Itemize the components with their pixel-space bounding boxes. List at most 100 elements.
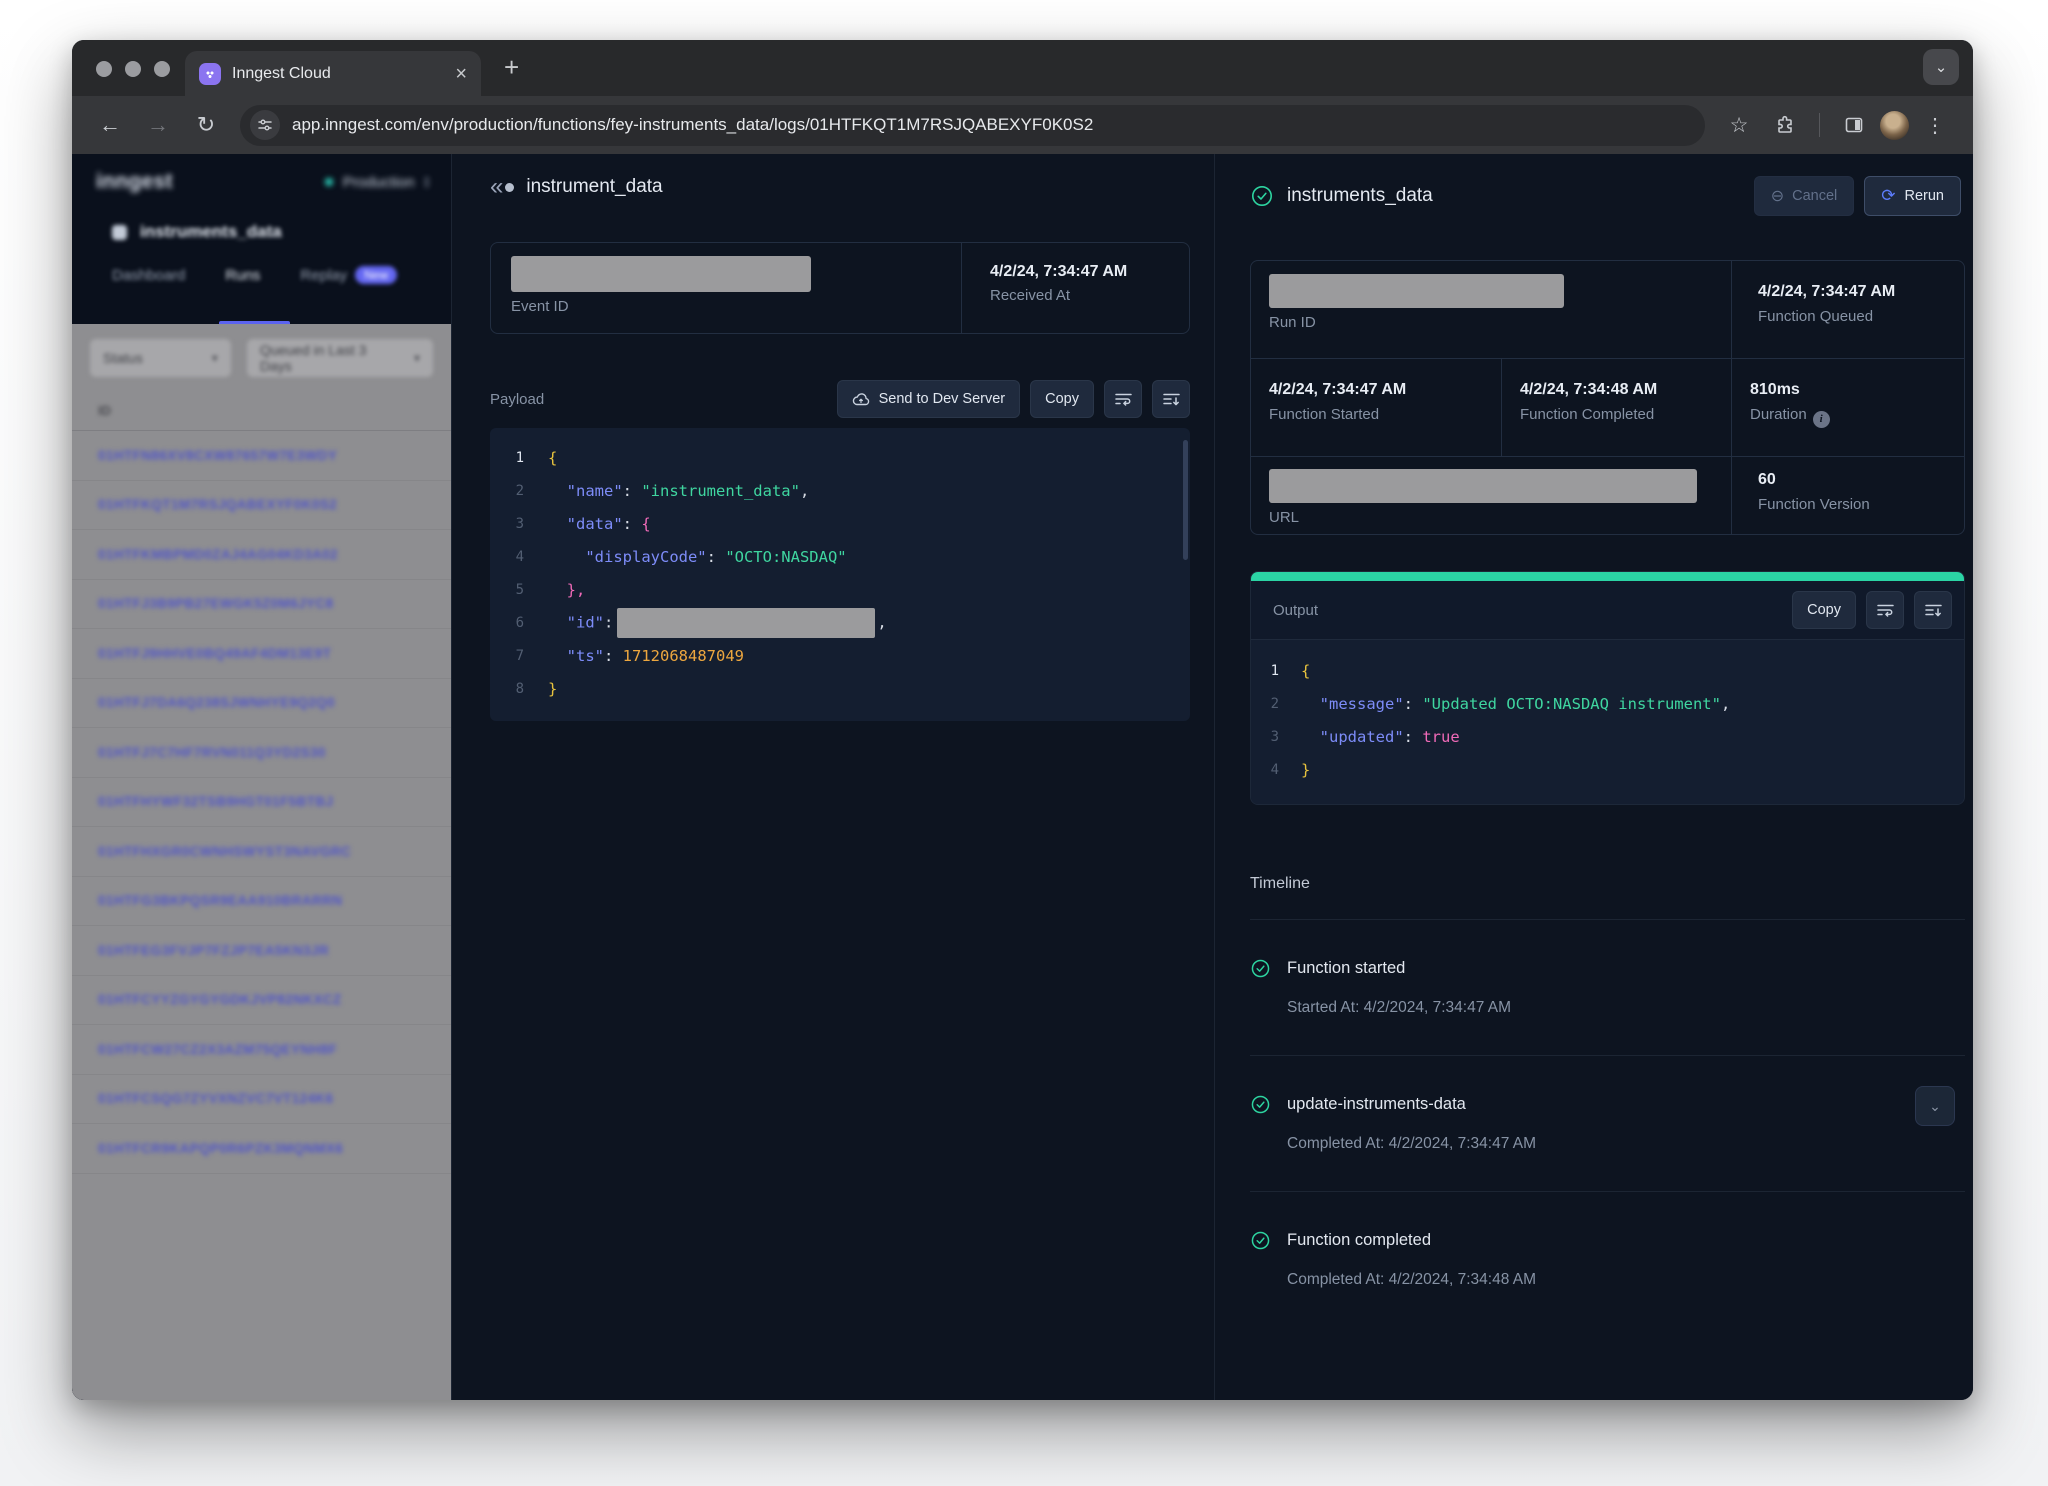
run-id-link[interactable]: 01HTFCSQG7ZYVXNZVC7VT124K6 [98, 1091, 333, 1106]
run-id-link[interactable]: 01HTFKMBPMD0ZAJ4AG04KD3A02 [98, 547, 338, 562]
sidebar-tab-replay[interactable]: ReplayNew [300, 266, 397, 284]
timeline-item-timestamp: Completed At: 4/2/2024, 7:34:48 AM [1287, 1271, 1965, 1289]
word-wrap-icon [1877, 603, 1894, 617]
run-id-row[interactable]: 01HTFJ9HHVE0BQ49AF4DM13E9T [72, 629, 451, 679]
site-info-icon[interactable] [250, 110, 280, 140]
code-line: 4} [1251, 753, 1964, 786]
run-id-row[interactable]: 01HTFCSQG7ZYVXNZVC7VT124K6 [72, 1075, 451, 1125]
browser-tab[interactable]: Inngest Cloud × [185, 51, 481, 96]
code-line: 4 "displayCode": "OCTO:NASDAQ" [490, 540, 1190, 573]
env-status-dot [325, 178, 333, 186]
code-line: 6 "id":, [490, 606, 1190, 639]
timeline-expand-button[interactable]: ⌄ [1915, 1086, 1955, 1126]
word-wrap-button[interactable] [1866, 591, 1904, 629]
run-id-link[interactable]: 01HTFJ7C7HF7RVN011Q3YD2S30 [98, 745, 326, 760]
function-tabs: Dashboard Runs ReplayNew [72, 242, 451, 284]
url-redacted [1269, 469, 1697, 503]
output-title: Output [1273, 602, 1318, 619]
started-value: 4/2/24, 7:34:47 AM [1269, 381, 1501, 399]
send-to-dev-server-button[interactable]: Send to Dev Server [837, 380, 1021, 418]
rerun-button[interactable]: ⟳ Rerun [1864, 176, 1961, 216]
run-id-link[interactable]: 01HTFHXGR0CWNHSWYST3NAVGRC [98, 844, 351, 859]
timeline: Function started Started At: 4/2/2024, 7:… [1250, 920, 1965, 1289]
queued-label: Function Queued [1758, 308, 1965, 325]
line-number: 8 [490, 681, 548, 697]
run-id-link[interactable]: 01HTFHYWF32TSB9HGT01F5BTBJ [98, 794, 333, 809]
payload-title: Payload [490, 391, 544, 408]
run-id-link[interactable]: 01HTFJ7DA6Q238SJWNHYE9Q2Q0 [98, 695, 335, 710]
run-id-row[interactable]: 01HTFCYYZGYGYGDKJVP82NKXCZ [72, 976, 451, 1026]
run-id-row[interactable]: 01HTFG3BKPQSR9EAA910BRARRN [72, 877, 451, 927]
line-number: 3 [490, 516, 548, 532]
code-scrollbar[interactable] [1183, 440, 1188, 560]
run-id-row[interactable]: 01HTFJ7C7HF7RVN011Q3YD2S30 [72, 728, 451, 778]
cancel-button[interactable]: ⊖ Cancel [1754, 176, 1855, 216]
profile-avatar[interactable] [1880, 111, 1909, 140]
new-tab-button[interactable]: + [504, 54, 519, 80]
side-panel-icon[interactable] [1834, 105, 1874, 145]
run-id-row[interactable]: 01HTFJ3B9PB27EWGK5Z0M6JYC8 [72, 580, 451, 630]
sidebar-header: inngest Production ▴▾ instruments_data D… [72, 154, 451, 324]
run-id-link[interactable]: 01HTFG3BKPQSR9EAA910BRARRN [98, 893, 342, 908]
run-id-link[interactable]: 01HTFEG3FVJP7FZJP7EA5KN3JR [98, 943, 329, 958]
browser-menu-icon[interactable]: ⋮ [1915, 105, 1955, 145]
run-id-link[interactable]: 01HTFJ3B9PB27EWGK5Z0M6JYC8 [98, 596, 333, 611]
environment-selector[interactable]: Production ▴▾ [325, 174, 429, 191]
rerun-icon: ⟳ [1881, 186, 1895, 206]
run-id-link[interactable]: 01HTFCW27CZ2X3AZM75QEYNH8F [98, 1042, 337, 1057]
expand-lines-icon [1163, 392, 1180, 406]
run-title: instruments_data [1287, 185, 1433, 207]
extensions-icon[interactable] [1765, 105, 1805, 145]
timeline-item-title: Function started [1287, 959, 1405, 978]
run-id-row[interactable]: 01HTFCR9KAPQP0R6PZK3MQNMX6 [72, 1124, 451, 1174]
word-wrap-button[interactable] [1104, 380, 1142, 418]
copy-payload-button[interactable]: Copy [1030, 380, 1094, 418]
back-button[interactable]: ← [90, 105, 130, 145]
sidebar-tab-runs[interactable]: Runs [225, 266, 260, 284]
sidebar: inngest Production ▴▾ instruments_data D… [72, 154, 452, 1400]
run-id-row[interactable]: 01HTFJ7DA6Q238SJWNHYE9Q2Q0 [72, 679, 451, 729]
copy-output-button[interactable]: Copy [1792, 591, 1856, 629]
bookmark-star-icon[interactable]: ☆ [1719, 105, 1759, 145]
run-id-row[interactable]: 01HTFHXGR0CWNHSWYST3NAVGRC [72, 827, 451, 877]
run-id-link[interactable]: 01HTFN86XV8CXW87657W7E3WDY [98, 448, 337, 463]
date-range-filter[interactable]: Queued in Last 3 Days▾ [247, 339, 433, 377]
run-id-row[interactable]: 01HTFN86XV8CXW87657W7E3WDY [72, 431, 451, 481]
run-id-link[interactable]: 01HTFCR9KAPQP0R6PZK3MQNMX6 [98, 1141, 343, 1156]
run-id-row[interactable]: 01HTFCW27CZ2X3AZM75QEYNH8F [72, 1025, 451, 1075]
success-check-icon [1250, 1230, 1271, 1251]
sidebar-tab-dashboard[interactable]: Dashboard [112, 266, 185, 284]
run-id-row[interactable]: 01HTFKMBPMD0ZAJ4AG04KD3A02 [72, 530, 451, 580]
run-id-row[interactable]: 01HTFEG3FVJP7FZJP7EA5KN3JR [72, 926, 451, 976]
expand-lines-button[interactable] [1152, 380, 1190, 418]
run-id-link[interactable]: 01HTFCYYZGYGYGDKJVP82NKXCZ [98, 992, 342, 1007]
forward-button[interactable]: → [138, 105, 178, 145]
expand-lines-button[interactable] [1914, 591, 1952, 629]
run-id-link[interactable]: 01HTFJ9HHVE0BQ49AF4DM13E9T [98, 646, 331, 661]
function-title-row: instruments_data [72, 194, 451, 242]
started-label: Function Started [1269, 406, 1501, 423]
line-number: 4 [1251, 762, 1301, 778]
reload-button[interactable]: ↻ [186, 105, 226, 145]
run-id-label: Run ID [1269, 314, 1731, 331]
url-bar[interactable]: app.inngest.com/env/production/functions… [240, 105, 1705, 146]
info-icon[interactable]: i [1813, 411, 1830, 428]
run-id-row[interactable]: 01HTFKQT1M7RSJQABEXYF0K0S2 [72, 481, 451, 531]
timeline-item-timestamp: Completed At: 4/2/2024, 7:34:47 AM [1287, 1135, 1965, 1153]
tab-search-chevron-icon[interactable]: ⌄ [1923, 49, 1959, 85]
run-id-row[interactable]: 01HTFHYWF32TSB9HGT01F5BTBJ [72, 778, 451, 828]
close-window-button[interactable] [96, 61, 112, 77]
status-filter[interactable]: Status▾ [90, 339, 231, 377]
code-line: 1{ [490, 441, 1190, 474]
inngest-favicon-icon [199, 63, 221, 85]
timeline-item-timestamp: Started At: 4/2/2024, 7:34:47 AM [1287, 999, 1965, 1017]
minimize-window-button[interactable] [125, 61, 141, 77]
tab-close-icon[interactable]: × [455, 64, 467, 84]
event-id-redacted [511, 256, 811, 292]
run-id-link[interactable]: 01HTFKQT1M7RSJQABEXYF0K0S2 [98, 497, 337, 512]
maximize-window-button[interactable] [154, 61, 170, 77]
word-wrap-icon [1115, 392, 1132, 406]
browser-tab-bar: Inngest Cloud × + ⌄ [72, 40, 1973, 96]
timeline-item-title: update-instruments-data [1287, 1095, 1466, 1114]
success-check-icon [1250, 1094, 1271, 1115]
